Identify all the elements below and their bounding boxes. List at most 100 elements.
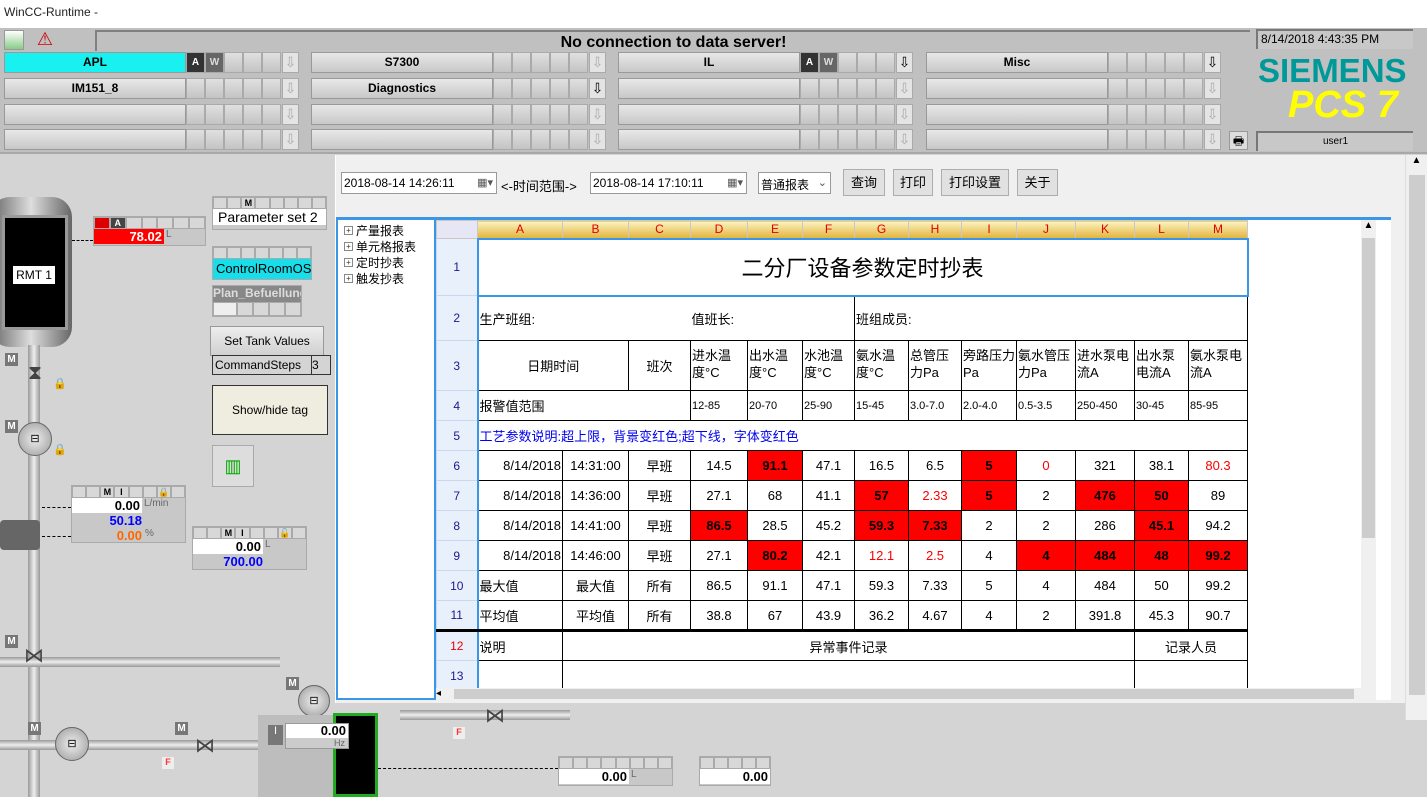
arrow-down-icon[interactable]: ⇩ — [282, 52, 299, 73]
arrow-down-icon[interactable]: ⇩ — [282, 129, 299, 150]
vertical-scrollbar[interactable]: ▲ — [1361, 220, 1376, 688]
set-tank-values-button[interactable]: Set Tank Values — [210, 326, 324, 356]
cell[interactable]: 0.5-3.5 — [1016, 390, 1076, 421]
status-indicator[interactable] — [493, 52, 512, 73]
cell[interactable]: 早班 — [628, 450, 691, 481]
cell[interactable]: 94.2 — [1188, 510, 1248, 541]
column-header[interactable]: H — [908, 220, 962, 239]
status-indicator[interactable] — [569, 52, 588, 73]
arrow-down-icon[interactable]: ⇩ — [282, 104, 299, 125]
start-time-input[interactable]: 2018-08-14 14:26:11 ▦▾ — [341, 172, 497, 194]
status-indicator[interactable] — [243, 52, 262, 73]
status-indicator[interactable] — [876, 78, 895, 99]
status-indicator[interactable] — [857, 78, 876, 99]
cell[interactable]: 59.3 — [854, 510, 909, 541]
cell[interactable]: 6.5 — [908, 450, 962, 481]
column-header[interactable]: G — [854, 220, 909, 239]
column-header[interactable]: J — [1016, 220, 1076, 239]
cell[interactable]: 99.2 — [1188, 540, 1248, 571]
status-indicator[interactable] — [1184, 52, 1203, 73]
parameter-faceplate[interactable]: M Parameter set 2 — [212, 196, 327, 230]
status-indicator[interactable] — [1146, 129, 1165, 150]
area-button[interactable] — [926, 78, 1108, 99]
status-indicator[interactable] — [857, 104, 876, 125]
status-indicator[interactable] — [857, 129, 876, 150]
cell[interactable]: 80.2 — [747, 540, 803, 571]
status-indicator[interactable] — [493, 129, 512, 150]
cell[interactable]: 报警值范围 — [477, 390, 691, 421]
report-icon[interactable] — [4, 30, 24, 50]
cell[interactable]: 15-45 — [854, 390, 909, 421]
alarm-w-indicator[interactable]: W — [819, 52, 838, 73]
cell[interactable]: 最大值 — [562, 570, 629, 601]
cell[interactable]: 59.3 — [854, 570, 909, 601]
cell[interactable]: 8/14/2018 — [477, 480, 563, 511]
column-header[interactable]: B — [562, 220, 629, 239]
status-indicator[interactable] — [838, 52, 857, 73]
row-header[interactable]: 6 — [436, 450, 479, 481]
status-indicator[interactable] — [1184, 78, 1203, 99]
bottom-faceplate-2[interactable]: 0.00 — [699, 756, 771, 786]
plan-faceplate[interactable]: Plan_Befuellung — [212, 285, 302, 317]
status-indicator[interactable] — [205, 129, 224, 150]
column-title[interactable]: 氨水温度°C — [854, 340, 909, 391]
column-title[interactable]: 出水温度°C — [747, 340, 803, 391]
cell[interactable]: 250-450 — [1075, 390, 1135, 421]
column-title[interactable]: 水池温度°C — [802, 340, 855, 391]
cell[interactable]: 50 — [1134, 480, 1189, 511]
column-header[interactable]: E — [747, 220, 803, 239]
cell[interactable] — [562, 660, 1135, 691]
cell[interactable]: 14.5 — [690, 450, 748, 481]
status-indicator[interactable] — [512, 129, 531, 150]
status-indicator[interactable] — [1108, 78, 1127, 99]
status-indicator[interactable] — [512, 52, 531, 73]
cell[interactable]: 早班 — [628, 540, 691, 571]
status-indicator[interactable] — [1127, 129, 1146, 150]
area-button[interactable] — [4, 129, 186, 150]
area-button[interactable]: Misc — [926, 52, 1108, 73]
status-indicator[interactable] — [800, 78, 819, 99]
cell[interactable]: 41.1 — [802, 480, 855, 511]
status-indicator[interactable] — [550, 104, 569, 125]
cell[interactable]: 45.1 — [1134, 510, 1189, 541]
end-time-input[interactable]: 2018-08-14 17:10:11 ▦▾ — [590, 172, 747, 194]
cell[interactable]: 记录人员 — [1134, 630, 1248, 661]
row-header[interactable]: 10 — [436, 570, 479, 601]
column-title[interactable]: 氨水管压力Pa — [1016, 340, 1076, 391]
cell[interactable]: 42.1 — [802, 540, 855, 571]
status-indicator[interactable] — [819, 129, 838, 150]
cell[interactable]: 89 — [1188, 480, 1248, 511]
cell[interactable]: 7.33 — [908, 570, 962, 601]
arrow-down-icon[interactable]: ⇩ — [1204, 104, 1221, 125]
cell[interactable]: 484 — [1075, 570, 1135, 601]
frequency-faceplate[interactable]: 0.00 Hz — [285, 723, 349, 749]
cell[interactable]: 47.1 — [802, 570, 855, 601]
main-vertical-scrollbar[interactable]: ▲ — [1405, 155, 1427, 720]
cell[interactable]: 2.33 — [908, 480, 962, 511]
status-indicator[interactable] — [1165, 78, 1184, 99]
area-button[interactable]: IM151_8 — [4, 78, 186, 99]
pump-icon[interactable]: ⊟ — [18, 422, 52, 456]
cell[interactable]: 80.3 — [1188, 450, 1248, 481]
column-header[interactable]: D — [690, 220, 748, 239]
column-header[interactable]: A — [477, 220, 563, 239]
show-hide-tag-button[interactable]: Show/hide tag — [212, 385, 328, 435]
status-indicator[interactable] — [262, 129, 281, 150]
cell[interactable]: 28.5 — [747, 510, 803, 541]
status-indicator[interactable] — [1165, 104, 1184, 125]
status-indicator[interactable] — [800, 104, 819, 125]
tree-node[interactable]: + 单元格报表 — [344, 238, 428, 254]
status-indicator[interactable] — [569, 78, 588, 99]
area-button[interactable] — [618, 78, 800, 99]
report-type-select[interactable]: 普通报表 ⌄ — [758, 172, 831, 194]
cell[interactable]: 工艺参数说明:超上限，背景变红色;超下线，字体变红色 — [477, 420, 1248, 451]
status-indicator[interactable] — [186, 78, 205, 99]
status-indicator[interactable] — [243, 78, 262, 99]
cell[interactable]: 321 — [1075, 450, 1135, 481]
status-indicator[interactable] — [224, 78, 243, 99]
cell[interactable]: 47.1 — [802, 450, 855, 481]
status-indicator[interactable] — [1127, 52, 1146, 73]
valve-icon[interactable]: ⋈ — [478, 703, 512, 727]
cell[interactable]: 27.1 — [690, 480, 748, 511]
cell[interactable]: 4.67 — [908, 600, 962, 631]
